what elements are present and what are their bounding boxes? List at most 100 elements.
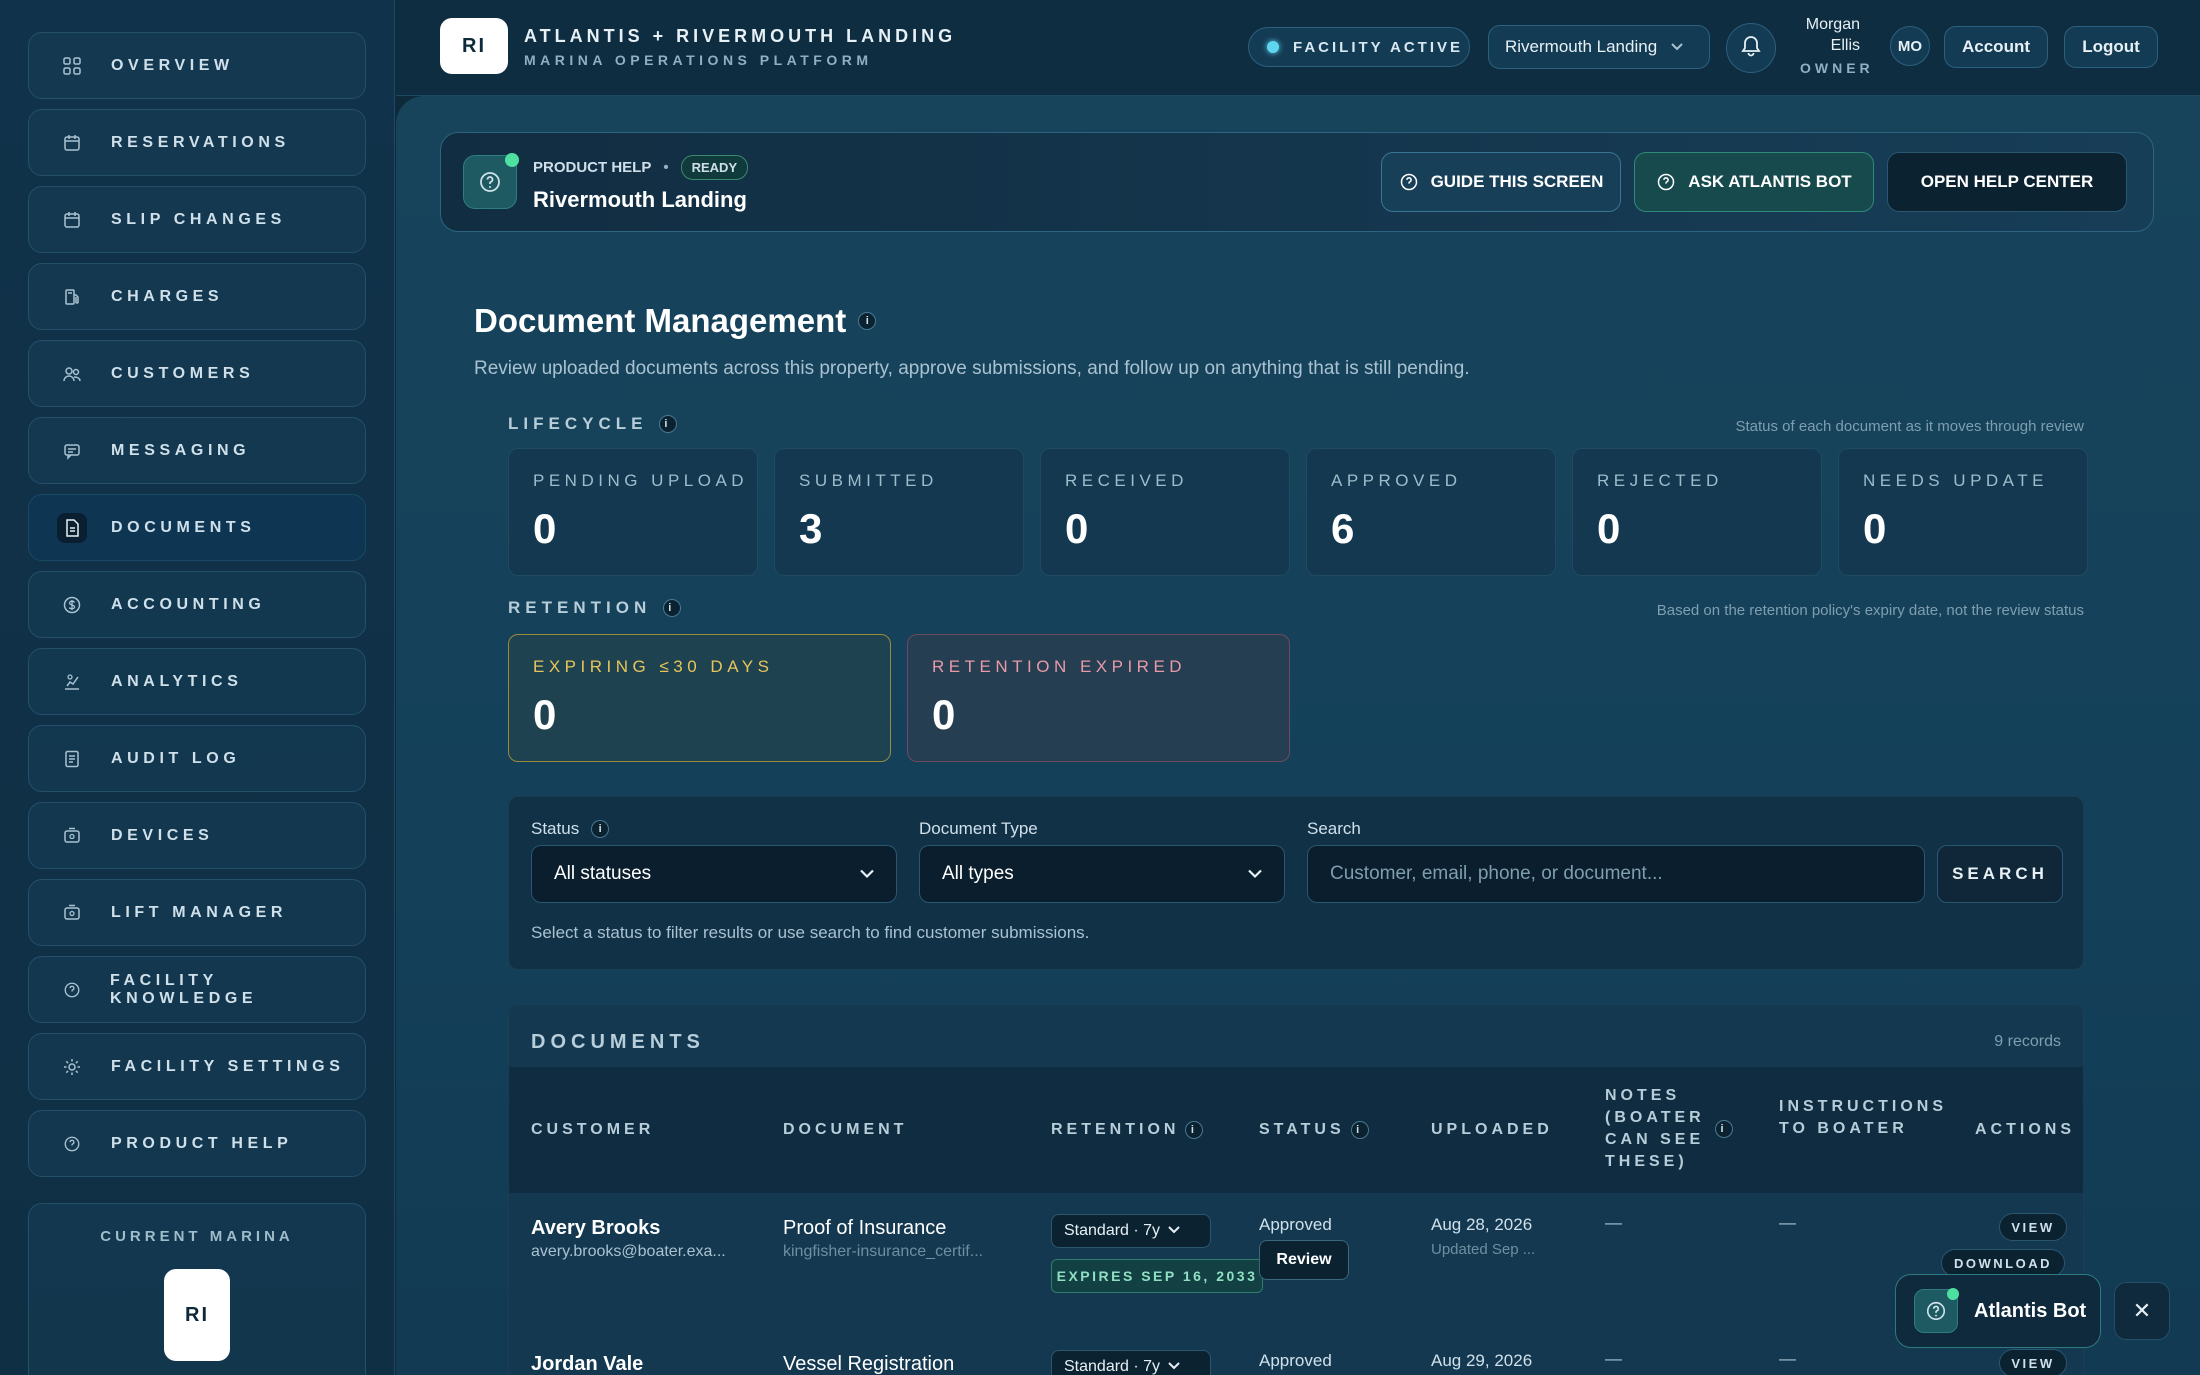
current-marina-logo: RI xyxy=(164,1269,230,1361)
stat-value: 0 xyxy=(533,505,557,552)
col-customer[interactable]: CUSTOMER xyxy=(531,1119,654,1141)
customer-name[interactable]: Avery Brooks xyxy=(531,1217,660,1240)
sidebar-item-customers[interactable]: CUSTOMERS xyxy=(28,340,366,407)
col-instructions[interactable]: INSTRUCTIONS TO BOATER xyxy=(1779,1096,1949,1140)
document-file: kingfisher-insurance_certif... xyxy=(783,1243,984,1260)
page-title-text: Document Management xyxy=(474,302,847,339)
sidebar-item-documents[interactable]: DOCUMENTS xyxy=(28,494,366,561)
stat-card-needs-update[interactable]: NEEDS UPDATE 0 xyxy=(1838,448,2088,576)
atlantis-bot-launcher[interactable]: Atlantis Bot xyxy=(1895,1274,2101,1348)
sidebar-item-overview[interactable]: OVERVIEW xyxy=(28,32,366,99)
view-button[interactable]: VIEW xyxy=(1999,1349,2067,1375)
stat-card-received[interactable]: RECEIVED 0 xyxy=(1040,448,1290,576)
sidebar-nav: OVERVIEW RESERVATIONS SLIP CHANGES CHARGES C… xyxy=(28,32,366,1177)
expiring-stat-card[interactable]: EXPIRING ≤30 DAYS 0 xyxy=(508,634,891,762)
facility-selector[interactable]: Rivermouth Landing xyxy=(1488,25,1710,69)
col-uploaded[interactable]: UPLOADED xyxy=(1431,1119,1553,1141)
table-header: CUSTOMER DOCUMENT RETENTION i STATUS i U… xyxy=(509,1067,2083,1193)
retention-caption: RETENTION i xyxy=(508,598,682,618)
status-text: Approved xyxy=(1259,1215,1332,1234)
col-status-label: STATUS xyxy=(1259,1121,1345,1138)
sidebar-item-devices[interactable]: DEVICES xyxy=(28,802,366,869)
sidebar-item-facility-knowledge[interactable]: FACILITY KNOWLEDGE xyxy=(28,956,366,1023)
download-button[interactable]: DOWNLOAD xyxy=(1941,1249,2065,1277)
retention-select[interactable]: Standard · 7y xyxy=(1051,1214,1211,1248)
retention-select[interactable]: Standard · 7y xyxy=(1051,1350,1211,1375)
stat-card-rejected[interactable]: REJECTED 0 xyxy=(1572,448,1822,576)
online-indicator-icon xyxy=(505,153,519,167)
info-icon[interactable]: i xyxy=(858,312,877,330)
page-title: Document Management i xyxy=(474,302,877,340)
open-help-center-button[interactable]: OPEN HELP CENTER xyxy=(1887,152,2127,212)
ask-bot-button[interactable]: ASK ATLANTIS BOT xyxy=(1634,152,1874,212)
guide-screen-button[interactable]: GUIDE THIS SCREEN xyxy=(1381,152,1621,212)
customer-name[interactable]: Jordan Vale xyxy=(531,1353,643,1375)
app-logo[interactable]: RI xyxy=(440,18,508,74)
chat-icon xyxy=(57,436,87,466)
col-retention[interactable]: RETENTION i xyxy=(1051,1119,1204,1141)
sidebar-item-audit-log[interactable]: AUDIT LOG xyxy=(28,725,366,792)
info-icon[interactable]: i xyxy=(1715,1120,1733,1138)
stat-card-approved[interactable]: APPROVED 6 xyxy=(1306,448,1556,576)
sidebar-item-label: CUSTOMERS xyxy=(111,364,255,382)
avatar[interactable]: MO xyxy=(1890,26,1930,66)
sidebar: OVERVIEW RESERVATIONS SLIP CHANGES CHARGES C… xyxy=(0,0,395,1375)
document-name: Proof of Insurance xyxy=(783,1217,947,1239)
help-title: Rivermouth Landing xyxy=(533,187,747,212)
info-icon[interactable]: i xyxy=(1185,1121,1204,1139)
status-text: Approved xyxy=(1259,1351,1332,1370)
logout-button[interactable]: Logout xyxy=(2064,26,2158,68)
uploaded-date: Aug 28, 2026 xyxy=(1431,1215,1533,1234)
sidebar-item-lift-manager[interactable]: LIFT MANAGER xyxy=(28,879,366,946)
sidebar-item-product-help[interactable]: PRODUCT HELP xyxy=(28,1110,366,1177)
col-notes[interactable]: NOTES (BOATER CAN SEE THESE) i xyxy=(1605,1085,1735,1173)
col-retention-label: RETENTION xyxy=(1051,1121,1180,1138)
expired-stat-card[interactable]: RETENTION EXPIRED 0 xyxy=(907,634,1290,762)
help-caption-label: PRODUCT HELP xyxy=(533,159,652,176)
help-circle-icon xyxy=(1399,172,1419,192)
sidebar-item-analytics[interactable]: ANALYTICS xyxy=(28,648,366,715)
sidebar-item-label: DOCUMENTS xyxy=(111,518,256,536)
stat-label: PENDING UPLOAD xyxy=(533,471,749,490)
search-button[interactable]: SEARCH xyxy=(1937,845,2063,903)
info-icon[interactable]: i xyxy=(1350,1121,1369,1139)
account-button[interactable]: Account xyxy=(1944,26,2048,68)
table-row[interactable]: Avery Brooks avery.brooks@boater.exa... … xyxy=(509,1193,2083,1329)
status-filter-label: Status i xyxy=(531,819,610,839)
type-filter-select[interactable]: All types xyxy=(919,845,1285,903)
status-dot-icon xyxy=(1267,41,1279,53)
info-icon[interactable]: i xyxy=(663,599,682,617)
main-content: PRODUCT HELP • READY Rivermouth Landing … xyxy=(396,96,2200,1375)
stat-card-pending-upload[interactable]: PENDING UPLOAD 0 xyxy=(508,448,758,576)
col-status[interactable]: STATUS i xyxy=(1259,1119,1369,1141)
sidebar-item-slip-changes[interactable]: SLIP CHANGES xyxy=(28,186,366,253)
notifications-button[interactable] xyxy=(1726,23,1776,73)
notes-value: — xyxy=(1605,1213,1622,1232)
sidebar-item-charges[interactable]: CHARGES xyxy=(28,263,366,330)
search-label: Search xyxy=(1307,819,1361,838)
status-filter-label-text: Status xyxy=(531,819,580,838)
user-name: Morgan Ellis xyxy=(1805,16,1860,54)
sidebar-item-label: DEVICES xyxy=(111,826,214,844)
dollar-icon xyxy=(57,590,87,620)
close-bot-button[interactable]: ✕ xyxy=(2114,1282,2170,1340)
info-icon[interactable]: i xyxy=(591,820,610,838)
col-document[interactable]: DOCUMENT xyxy=(783,1119,907,1141)
info-icon[interactable]: i xyxy=(659,415,678,433)
stat-card-submitted[interactable]: SUBMITTED 3 xyxy=(774,448,1024,576)
search-input[interactable] xyxy=(1307,845,1925,903)
ask-bot-label: ASK ATLANTIS BOT xyxy=(1688,172,1852,191)
review-button[interactable]: Review xyxy=(1259,1240,1349,1280)
lift-icon xyxy=(57,898,87,928)
current-marina-card[interactable]: CURRENT MARINA RI xyxy=(28,1203,366,1375)
stat-value: 0 xyxy=(1597,505,1621,552)
sidebar-item-accounting[interactable]: ACCOUNTING xyxy=(28,571,366,638)
sidebar-item-facility-settings[interactable]: FACILITY SETTINGS xyxy=(28,1033,366,1100)
sidebar-item-reservations[interactable]: RESERVATIONS xyxy=(28,109,366,176)
table-row[interactable]: Jordan Vale Vessel Registration Standard… xyxy=(509,1329,2083,1375)
status-filter-select[interactable]: All statuses xyxy=(531,845,897,903)
current-marina-caption: CURRENT MARINA xyxy=(100,1228,294,1245)
chevron-down-icon xyxy=(1248,866,1262,882)
sidebar-item-messaging[interactable]: MESSAGING xyxy=(28,417,366,484)
view-button[interactable]: VIEW xyxy=(1999,1213,2067,1241)
